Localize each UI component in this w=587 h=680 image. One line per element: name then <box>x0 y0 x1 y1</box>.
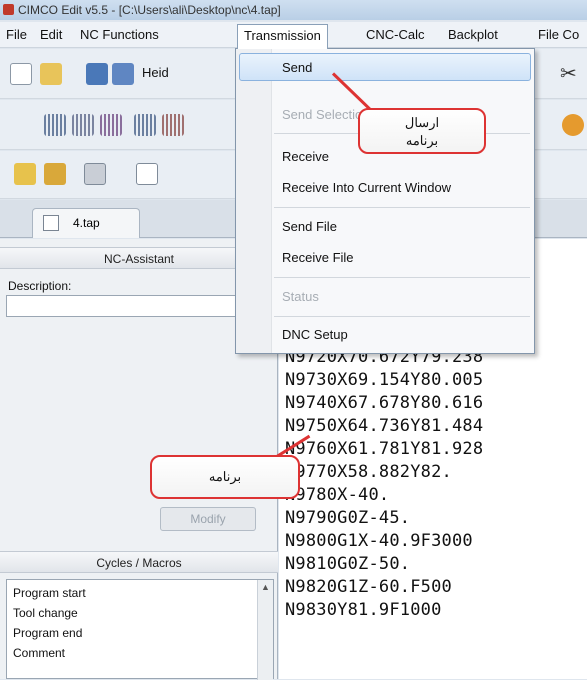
description-label: Description: <box>8 279 72 293</box>
document-icon[interactable] <box>136 163 158 185</box>
macro-list[interactable]: Program start Tool change Program end Co… <box>6 579 274 680</box>
program-callout: برنامه <box>150 455 300 499</box>
code-line: N9810G0Z-50. <box>285 554 411 574</box>
file-tab-icon <box>43 215 59 231</box>
scroll-up-icon[interactable]: ▲ <box>261 582 270 592</box>
list-item[interactable]: Comment <box>13 646 65 660</box>
list-item[interactable]: Program start <box>13 586 86 600</box>
menu-item-dnc-setup[interactable]: DNC Setup <box>282 327 348 342</box>
macro-scrollbar[interactable]: ▲ <box>257 580 273 680</box>
dnc-toolbar-icon[interactable] <box>84 163 106 185</box>
insert-icon[interactable] <box>162 114 184 136</box>
open-folder-icon[interactable] <box>40 63 62 85</box>
code-line: N9760X61.781Y81.928 <box>285 439 484 459</box>
menu-separator <box>274 277 530 278</box>
code-line: N9780X-40. <box>285 485 390 505</box>
code-line: N9820G1Z-60.F500 <box>285 577 452 597</box>
title-bar: CIMCO Edit v5.5 - [C:\Users\ali\Desktop\… <box>0 0 587 20</box>
menu-cnc-calc[interactable]: CNC-Calc <box>366 22 425 48</box>
code-line: N9730X69.154Y80.005 <box>285 370 484 390</box>
menu-item-receive-file[interactable]: Receive File <box>282 250 354 265</box>
receive-toolbar-icon[interactable] <box>44 163 66 185</box>
menu-nc-functions[interactable]: NC Functions <box>80 22 159 48</box>
tab-label: 4.tap <box>73 216 100 230</box>
new-file-icon[interactable] <box>10 63 32 85</box>
callout-text-line1: ارسال <box>404 115 440 130</box>
menu-separator <box>274 207 530 208</box>
menu-item-send[interactable]: Send <box>282 60 312 75</box>
menu-item-receive[interactable]: Receive <box>282 149 329 164</box>
code-line: N9830Y81.9F1000 <box>285 600 442 620</box>
renumber-icon[interactable] <box>44 114 66 136</box>
save-all-icon[interactable] <box>112 63 134 85</box>
code-line: N9750X64.736Y81.484 <box>285 416 484 436</box>
menu-item-receive-into-current-window[interactable]: Receive Into Current Window <box>282 180 451 195</box>
send-program-callout: ارسال برنامه <box>358 108 486 154</box>
menu-backplot[interactable]: Backplot <box>448 22 498 48</box>
menu-item-send-file[interactable]: Send File <box>282 219 337 234</box>
menu-item-send-selection[interactable]: Send Selection <box>282 107 369 122</box>
list-item[interactable]: Tool change <box>13 606 78 620</box>
code-line: N9800G1X-40.9F3000 <box>285 531 473 551</box>
menu-separator <box>274 316 530 317</box>
window-title: CIMCO Edit v5.5 - [C:\Users\ali\Desktop\… <box>18 3 281 17</box>
menu-item-status[interactable]: Status <box>282 289 319 304</box>
menu-transmission[interactable]: Transmission <box>237 24 328 49</box>
description-input[interactable] <box>6 295 274 317</box>
code-line: N9790G0Z-45. <box>285 508 411 528</box>
transmission-menu: Send Send Selection Receive Receive Into… <box>235 48 535 354</box>
backplot-icon[interactable] <box>562 114 584 136</box>
cycles-macros-header: Cycles / Macros <box>0 551 278 573</box>
menu-bar: File Edit NC Functions Transmission CNC-… <box>0 22 587 49</box>
menu-icon-gutter <box>236 49 272 353</box>
list-item[interactable]: Program end <box>13 626 82 640</box>
remove-numbers-icon[interactable] <box>72 114 94 136</box>
save-icon[interactable] <box>86 63 108 85</box>
code-line: N9770X58.882Y82. <box>285 462 452 482</box>
space-icon[interactable] <box>100 114 122 136</box>
menu-edit[interactable]: Edit <box>40 22 62 48</box>
menu-file[interactable]: File <box>6 22 27 48</box>
code-line: N9740X67.678Y80.616 <box>285 393 484 413</box>
remove-space-icon[interactable] <box>134 114 156 136</box>
app-icon <box>3 4 14 15</box>
tab-4-tap[interactable]: 4.tap <box>32 208 140 238</box>
modify-button[interactable]: Modify <box>160 507 256 531</box>
callout-text-line2: برنامه <box>405 133 439 148</box>
menu-file-compare[interactable]: File Co <box>538 22 579 48</box>
heid-label[interactable]: Heid <box>142 65 169 80</box>
cut-icon[interactable]: ✂ <box>560 61 577 86</box>
send-toolbar-icon[interactable] <box>14 163 36 185</box>
